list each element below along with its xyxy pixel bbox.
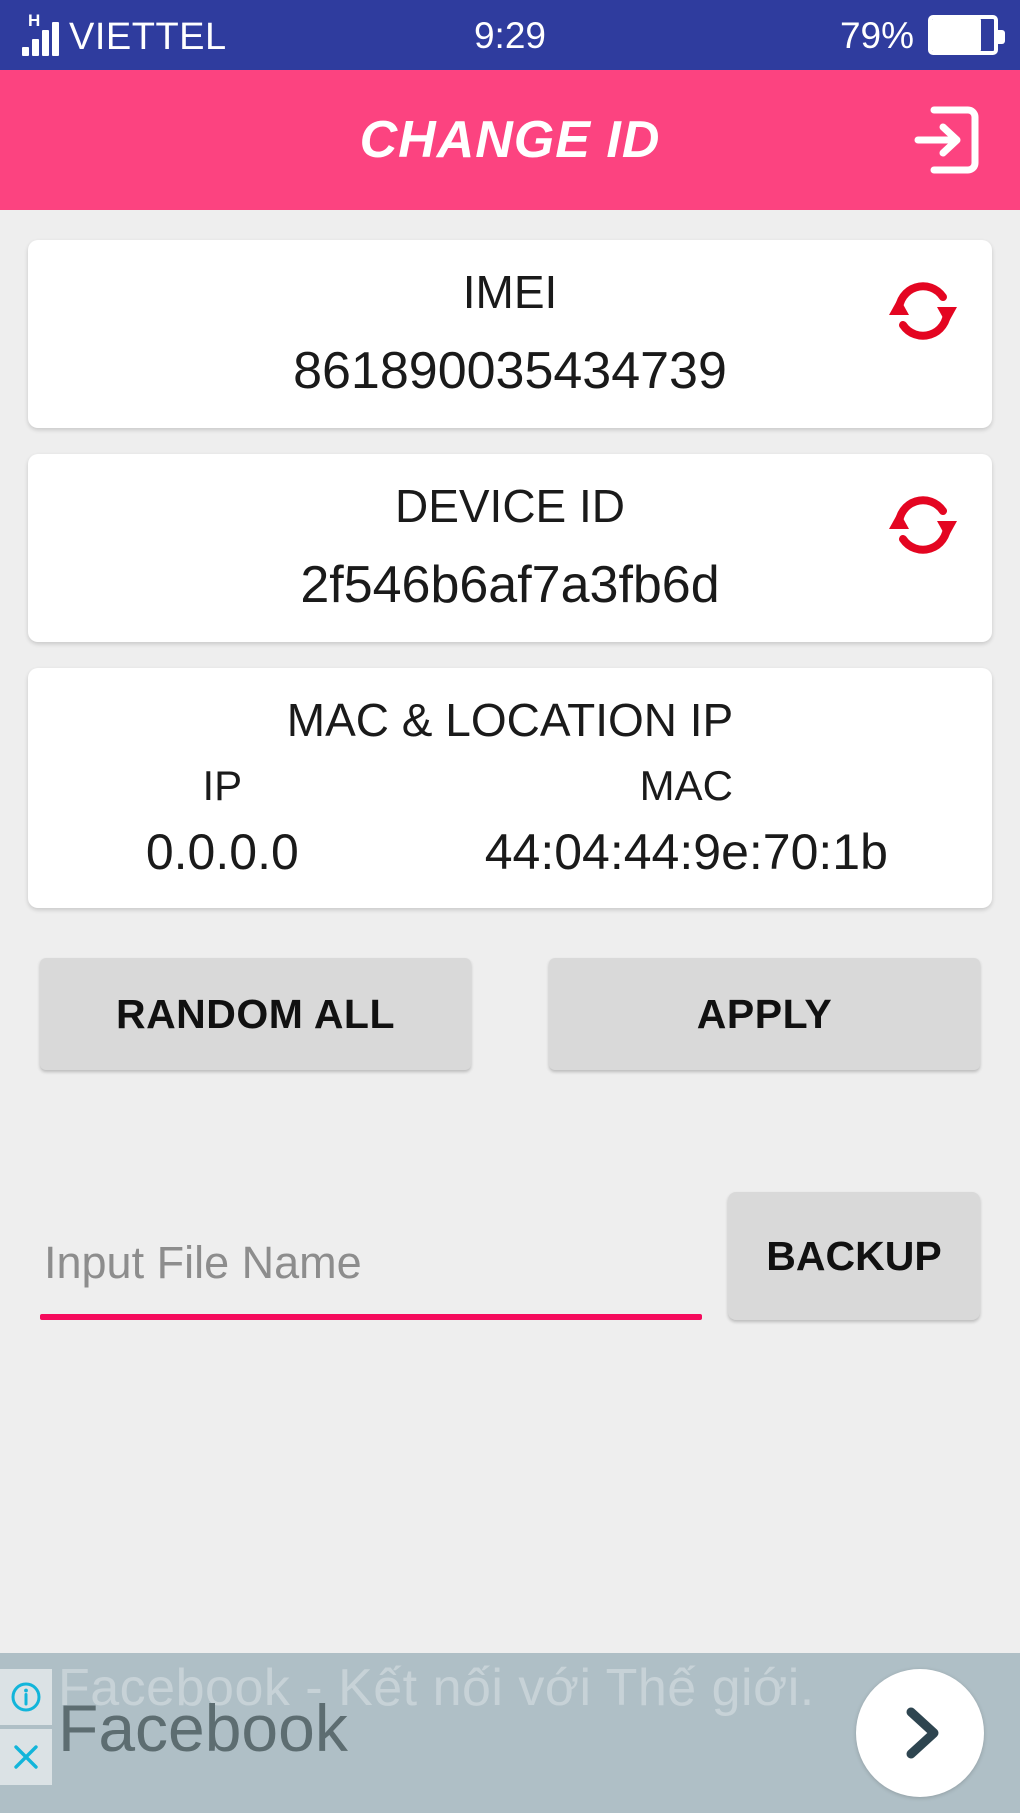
ip-value: 0.0.0.0 (145, 824, 299, 881)
action-button-row: RANDOM ALL APPLY (28, 958, 992, 1071)
backup-row: BACKUP (28, 1192, 992, 1321)
app-bar: CHANGE ID (0, 70, 1020, 210)
chevron-right-icon[interactable] (856, 1669, 984, 1797)
ad-brand-text: Facebook (58, 1691, 348, 1765)
status-bar-left: H VIETTEL (22, 11, 227, 58)
close-x-icon[interactable] (0, 1729, 52, 1785)
mac-value: 44:04:44:9e:70:1b (484, 824, 888, 881)
ad-banner[interactable]: Facebook - Kết nối với Thế giới. Faceboo… (0, 1653, 1020, 1813)
signal-strength-icon: H (22, 11, 59, 56)
battery-level-fill (932, 19, 981, 51)
ip-label: IP (202, 762, 243, 810)
network-type-label: H (28, 11, 41, 30)
apply-button[interactable]: APPLY (549, 958, 980, 1071)
carrier-name: VIETTEL (69, 16, 227, 58)
main-content: IMEI 861890035434739 DEVICE ID 2f546b6af… (0, 210, 1020, 1321)
file-name-field-wrap (40, 1222, 702, 1321)
file-name-input-underline (40, 1314, 702, 1321)
status-bar: H VIETTEL 9:29 79% (0, 0, 1020, 70)
imei-refresh-icon[interactable] (880, 268, 966, 354)
status-bar-right: 79% (839, 14, 1005, 56)
device-id-card: DEVICE ID 2f546b6af7a3fb6d (28, 454, 992, 643)
battery-percent-label: 79% (839, 14, 914, 56)
mac-column: MAC 44:04:44:9e:70:1b (399, 761, 974, 880)
mac-location-card: MAC & LOCATION IP IP 0.0.0.0 MAC 44:04:4… (28, 668, 992, 909)
device-id-refresh-icon[interactable] (880, 482, 966, 568)
exit-to-app-icon[interactable] (904, 97, 990, 183)
app-screen: H VIETTEL 9:29 79% CHANGE ID IMEI 861890… (0, 0, 1020, 1813)
mac-location-label: MAC & LOCATION IP (286, 694, 734, 747)
mac-label: MAC (639, 762, 733, 810)
page-title: CHANGE ID (359, 111, 661, 169)
ip-column: IP 0.0.0.0 (46, 761, 399, 880)
random-all-button[interactable]: RANDOM ALL (40, 958, 471, 1071)
imei-value: 861890035434739 (293, 341, 727, 400)
ad-icon-group (0, 1669, 52, 1785)
mac-location-grid: IP 0.0.0.0 MAC 44:04:44:9e:70:1b (28, 761, 992, 880)
backup-button[interactable]: BACKUP (728, 1192, 980, 1321)
file-name-input[interactable] (40, 1222, 702, 1315)
imei-label: IMEI (462, 266, 558, 318)
info-circle-icon[interactable] (0, 1669, 52, 1725)
battery-icon (928, 15, 1005, 55)
device-id-value: 2f546b6af7a3fb6d (300, 555, 720, 614)
imei-card: IMEI 861890035434739 (28, 240, 992, 429)
device-id-label: DEVICE ID (394, 480, 626, 533)
